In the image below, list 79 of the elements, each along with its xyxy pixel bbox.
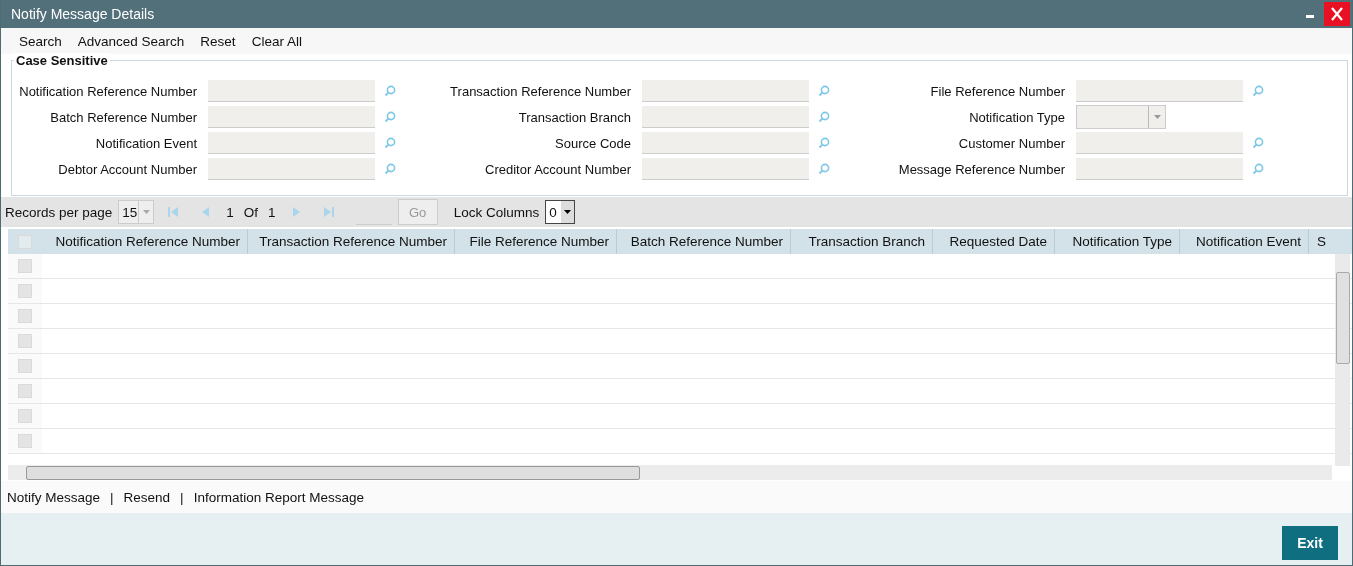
column-header[interactable]: Notification Reference Number	[42, 229, 248, 254]
vertical-scrollbar[interactable]	[1335, 254, 1350, 466]
column-header[interactable]: Batch Reference Number	[617, 229, 791, 254]
search-icon[interactable]	[384, 111, 396, 123]
column-header[interactable]: Notification Type	[1055, 229, 1180, 254]
action-link[interactable]: Notify Message	[7, 489, 101, 505]
search-icon[interactable]	[1252, 163, 1264, 175]
toolbar-button[interactable]: Reset	[192, 33, 244, 49]
row-checkbox[interactable]	[18, 409, 32, 423]
row-checkbox[interactable]	[18, 309, 32, 323]
toolbar-button[interactable]: Search	[11, 33, 70, 49]
input-field[interactable]	[208, 158, 375, 180]
toolbar-button[interactable]: Advanced Search	[69, 33, 193, 49]
link-separator: |	[110, 489, 114, 505]
last-page-icon[interactable]	[322, 206, 335, 218]
search-icon[interactable]	[384, 137, 396, 149]
toolbar-button[interactable]: Clear All	[243, 33, 310, 49]
field-label: Message Reference Number	[897, 161, 1066, 177]
input-field[interactable]	[1076, 132, 1243, 154]
input-field[interactable]	[1076, 158, 1243, 180]
column-header[interactable]: S	[1309, 229, 1352, 254]
field-label: Notification Event	[94, 135, 198, 151]
column-header[interactable]: Requested Date	[933, 229, 1055, 254]
first-page-icon[interactable]	[167, 206, 180, 218]
column-header[interactable]: Notification Event	[1180, 229, 1309, 254]
input-field[interactable]	[208, 132, 375, 154]
search-icon[interactable]	[1252, 137, 1264, 149]
field-label: Debtor Account Number	[57, 161, 198, 177]
input-field[interactable]	[642, 132, 809, 154]
caret-icon	[564, 210, 572, 214]
column-header[interactable]: Transaction Reference Number	[248, 229, 455, 254]
field-label: Notification Reference Number	[18, 83, 198, 99]
caret-icon	[142, 210, 150, 214]
search-icon[interactable]	[818, 111, 830, 123]
panel-legend: Case Sensitive	[14, 53, 110, 68]
search-icon[interactable]	[818, 137, 830, 149]
input-field[interactable]	[642, 158, 809, 180]
records-label: Records per page	[5, 204, 113, 220]
records-dropdown[interactable]: 15	[118, 200, 155, 224]
page-number: 1	[226, 204, 234, 220]
lock-columns-dropdown[interactable]: 0	[545, 200, 576, 224]
input-field[interactable]	[1076, 80, 1243, 102]
page-total: 1	[268, 204, 276, 220]
field-label: Source Code	[554, 135, 632, 151]
input-field[interactable]	[208, 106, 375, 128]
search-icon[interactable]	[818, 163, 830, 175]
search-icon[interactable]	[384, 163, 396, 175]
row-checkbox[interactable]	[18, 334, 32, 348]
horizontal-scrollbar[interactable]	[8, 465, 1332, 480]
search-icon[interactable]	[1252, 85, 1264, 97]
row-checkbox[interactable]	[18, 434, 32, 448]
field-label: Transaction Branch	[517, 109, 632, 125]
action-link[interactable]: Resend	[123, 489, 171, 505]
row-checkbox[interactable]	[18, 384, 32, 398]
action-link[interactable]: Information Report Message	[193, 489, 364, 505]
field-label: Notification Type	[968, 109, 1066, 125]
lock-columns-label: Lock Columns	[453, 204, 540, 220]
search-icon[interactable]	[818, 85, 830, 97]
dropdown-field[interactable]	[1076, 105, 1166, 129]
field-label: Transaction Reference Number	[449, 83, 632, 99]
input-field[interactable]	[642, 80, 809, 102]
caret-icon	[1153, 115, 1161, 119]
link-separator: |	[180, 489, 184, 505]
page-of-label: Of	[243, 204, 259, 220]
column-header[interactable]: Transaction Branch	[791, 229, 933, 254]
field-label: Creditor Account Number	[484, 161, 632, 177]
row-checkbox[interactable]	[18, 359, 32, 373]
input-field[interactable]	[208, 80, 375, 102]
search-icon[interactable]	[384, 85, 396, 97]
field-label: Customer Number	[957, 135, 1066, 151]
row-checkbox[interactable]	[18, 284, 32, 298]
window-title: Notify Message Details	[11, 6, 155, 22]
row-checkbox[interactable]	[18, 259, 32, 273]
exit-button[interactable]: Exit	[1282, 526, 1338, 560]
column-header[interactable]: File Reference Number	[455, 229, 617, 254]
close-icon[interactable]	[1324, 2, 1350, 26]
field-label: Batch Reference Number	[49, 109, 198, 125]
input-field[interactable]	[642, 106, 809, 128]
field-label: File Reference Number	[929, 83, 1066, 99]
